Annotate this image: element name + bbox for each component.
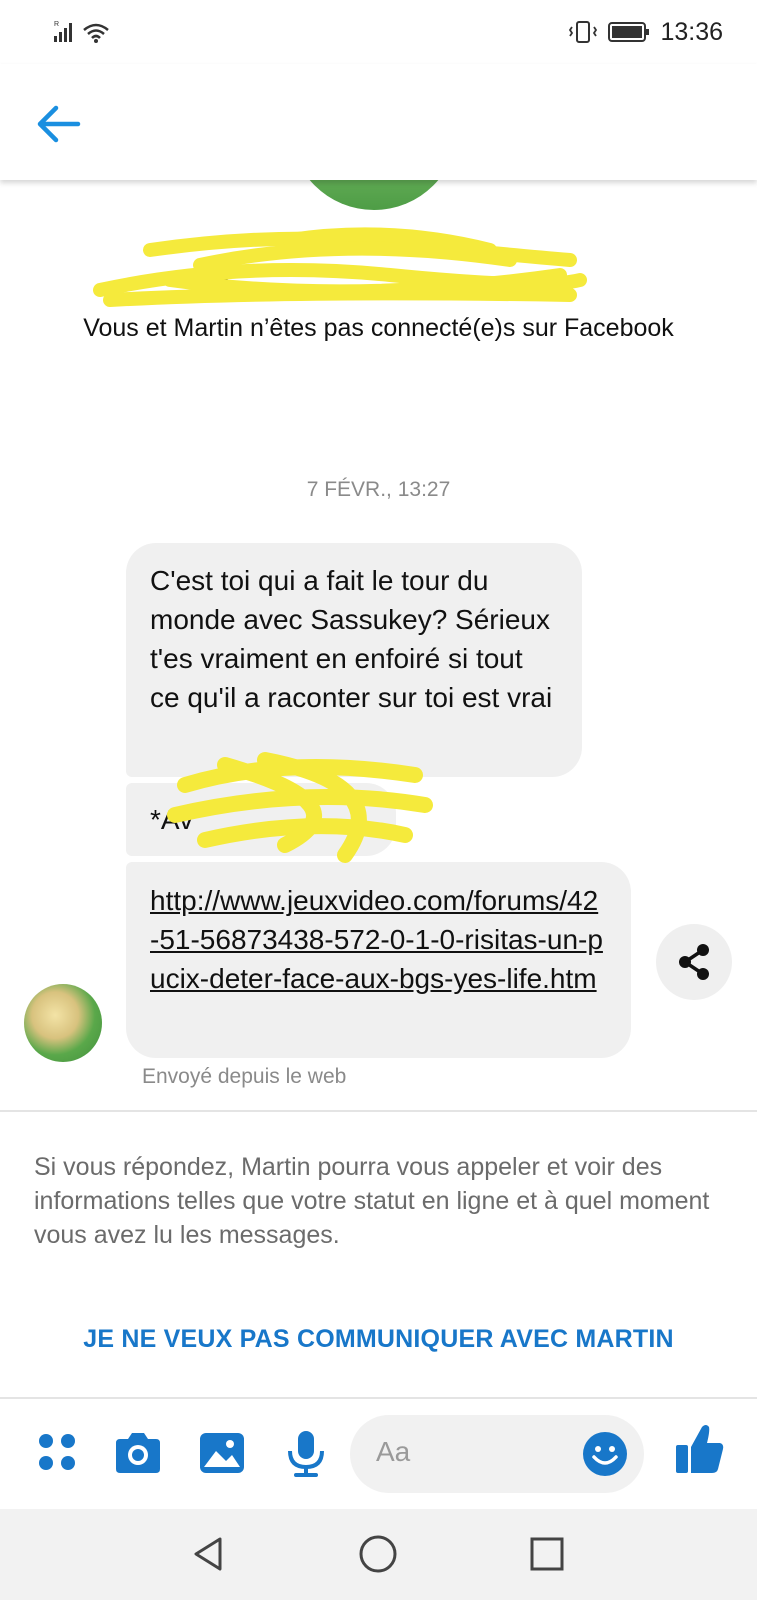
status-time: 13:36 [660,17,723,46]
gallery-button[interactable] [196,1427,248,1479]
svg-text:R: R [54,21,59,28]
divider [0,1110,757,1112]
block-contact-button[interactable]: JE NE VEUX PAS COMMUNIQUER AVEC MARTIN [0,1325,757,1354]
message-link[interactable]: http://www.jeuxvideo.com/forums/42-51-56… [150,885,603,994]
signal-group: R [52,18,122,44]
redaction-scribble [167,752,433,863]
message-input[interactable]: Aa [350,1415,644,1493]
back-arrow-icon [37,105,81,143]
message-bubble-link[interactable]: http://www.jeuxvideo.com/forums/42-51-56… [126,862,631,1058]
nav-back-icon [194,1537,222,1571]
not-connected-notice: Vous et Martin n’êtes pas connecté(e)s s… [83,314,674,342]
microphone-icon [288,1431,324,1477]
voice-button[interactable] [280,1427,332,1479]
redacted-name: M o [93,227,587,307]
nav-recents-icon [530,1537,564,1571]
message-input-placeholder: Aa [376,1436,411,1467]
wifi-icon [83,23,109,39]
share-icon [679,944,709,980]
image-icon [200,1433,244,1473]
nav-recents-button[interactable] [526,1533,568,1575]
emoji-icon[interactable] [582,1431,628,1477]
conversation-header [0,64,757,180]
apps-icon [39,1434,75,1470]
message-timestamp: 7 FÉVR., 13:27 [306,478,451,501]
message-composer: Aa [0,1399,757,1509]
nav-home-icon [359,1535,397,1573]
share-button[interactable] [656,924,732,1000]
nav-home-button[interactable] [357,1533,399,1575]
message-bubble[interactable]: C'est toi qui a fait le tour du monde av… [126,543,582,777]
thumbs-up-icon [676,1425,724,1473]
like-button[interactable] [674,1421,726,1473]
status-bar: R 13:36 [0,0,757,64]
status-right: 13:36 [568,18,723,46]
avatar[interactable] [24,984,102,1062]
signal-icon: R [54,21,109,43]
camera-icon [116,1433,160,1473]
sent-from-label: Envoyé depuis le web [142,1065,347,1088]
battery-icon [608,22,650,42]
profile-picture-large [290,180,458,210]
nav-back-button[interactable] [188,1533,230,1575]
apps-button[interactable] [32,1427,84,1479]
camera-button[interactable] [112,1427,164,1479]
back-button[interactable] [30,96,86,152]
message-thread[interactable]: M o Vous et Martin n’êtes pas connecté(e… [0,180,757,1110]
system-navigation-bar [0,1509,757,1600]
vibrate-icon [569,21,598,43]
reply-notice: Si vous répondez, Martin pourra vous app… [34,1153,710,1249]
